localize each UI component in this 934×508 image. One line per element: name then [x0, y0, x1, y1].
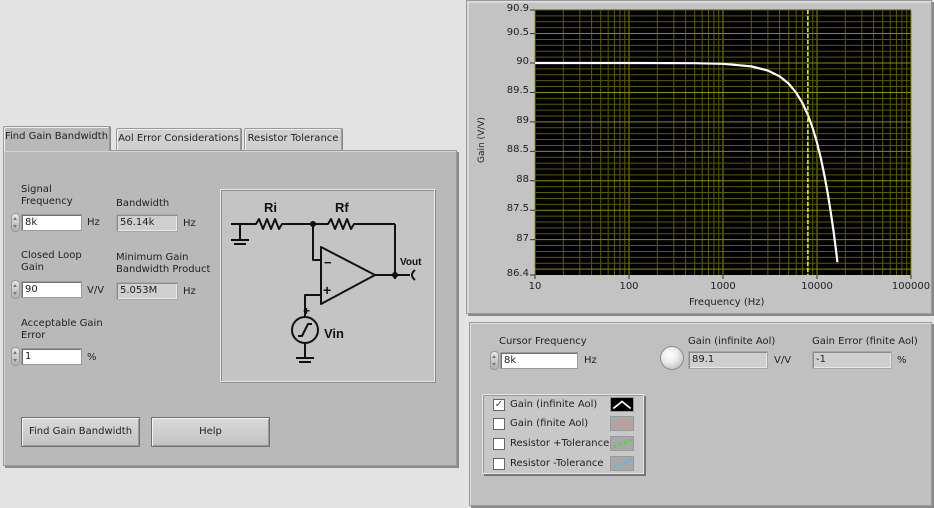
output-terminal [411, 269, 416, 281]
plot-swatch-blue-dots-icon[interactable] [610, 456, 634, 471]
y-tick-label: 88 [516, 173, 529, 185]
decrement-arrow-icon[interactable] [13, 292, 17, 295]
gain-finite-aol-checkbox[interactable] [493, 418, 505, 430]
gain-infinite-aol-indicator: 89.1 [688, 351, 768, 369]
x-tick-label: 100 [619, 281, 639, 292]
increment-arrow-icon[interactable] [13, 284, 17, 287]
ri-label: Ri [264, 200, 277, 215]
tab-find-gain-bandwidth[interactable]: Find Gain Bandwidth [3, 126, 110, 151]
y-tick-label: 89 [516, 114, 529, 126]
resistor-ri [240, 218, 313, 230]
resistor-minus-tolerance-checkbox[interactable] [493, 458, 505, 470]
min-gbp-indicator: 5.053M [116, 282, 178, 300]
y-tick-label: 90.9 [506, 3, 529, 14]
find-gain-bandwidth-button[interactable]: Find Gain Bandwidth [21, 417, 140, 447]
decrement-arrow-icon[interactable] [13, 225, 17, 228]
plot-swatch-white-line-icon[interactable] [610, 397, 634, 412]
tab-resistor-tolerance[interactable]: Resistor Tolerance [244, 128, 342, 150]
rf-label: Rf [335, 200, 349, 215]
min-gbp-unit: Hz [183, 286, 196, 297]
step-waveform [298, 323, 312, 337]
y-tick-label: 89.5 [506, 85, 529, 97]
y-tick-label: 88.5 [506, 144, 529, 156]
min-gbp-label: Minimum Gain Bandwidth Product [116, 252, 211, 275]
bandwidth-label: Bandwidth [116, 198, 170, 209]
signal-frequency-spinner[interactable] [11, 213, 20, 232]
legend-item-resistor-plus-tolerance[interactable]: Resistor +Tolerance [493, 436, 643, 452]
y-tick-label: 87 [516, 232, 529, 244]
plot-swatch-red-line-icon[interactable] [610, 416, 634, 431]
inverting-input-wire [312, 224, 321, 261]
y-tick-label: 90.5 [506, 26, 529, 38]
junction-dot [310, 221, 316, 227]
legend-label: Resistor -Tolerance [510, 458, 604, 469]
help-button[interactable]: Help [151, 417, 270, 447]
increment-arrow-icon[interactable] [13, 351, 17, 354]
plot-legend: ✓ Gain (infinite Aol) Gain (finite Aol) … [482, 394, 644, 474]
cursor-frequency-label: Cursor Frequency [499, 336, 587, 347]
decrement-arrow-icon[interactable] [492, 363, 496, 366]
checkmark-icon: ✓ [494, 399, 504, 410]
gain-infinite-aol-unit: V/V [774, 355, 792, 366]
gain-infinite-aol-label: Gain (infinite Aol) [688, 336, 776, 347]
x-tick-label: 100000 [891, 281, 931, 292]
op-amp-schematic: Ri Rf Vout Vin − + + [220, 189, 435, 382]
cursor-frequency-unit: Hz [584, 355, 597, 366]
x-tick-label: 10 [528, 281, 542, 292]
y-tick-label: 86.4 [506, 268, 529, 279]
plot-swatch-green-dots-icon[interactable] [610, 436, 634, 451]
closed-loop-gain-spinner[interactable] [11, 280, 20, 299]
gain-error-finite-aol-unit: % [897, 355, 907, 366]
signal-frequency-label: Signal Frequency [21, 184, 73, 207]
increment-arrow-icon[interactable] [492, 355, 496, 358]
x-tick-label: 1000 [710, 281, 736, 292]
signal-frequency-input[interactable]: 8k [21, 214, 82, 231]
signal-frequency-unit: Hz [87, 217, 100, 228]
y-axis-label: Gain (V/V) [477, 117, 487, 163]
legend-item-resistor-minus-tolerance[interactable]: Resistor -Tolerance [493, 456, 643, 472]
gain-error-finite-aol-label: Gain Error (finite Aol) [812, 336, 918, 347]
status-led-indicator [660, 346, 684, 370]
bandwidth-indicator: 56.14k [116, 214, 178, 232]
closed-loop-gain-unit: V/V [87, 285, 105, 296]
legend-item-gain-finite-aol[interactable]: Gain (finite Aol) [493, 416, 643, 432]
gain-error-finite-aol-indicator: -1 [812, 351, 892, 369]
minus-sign: − [324, 255, 332, 270]
vout-label: Vout [400, 257, 422, 268]
cursor-frequency-input[interactable]: 8k [500, 352, 578, 369]
tab-aol-error-considerations[interactable]: Aol Error Considerations [116, 128, 241, 150]
legend-item-gain-infinite-aol[interactable]: ✓ Gain (infinite Aol) [493, 397, 643, 413]
non-inverting-amplifier-diagram: Ri Rf Vout Vin − + + [231, 200, 422, 363]
resistor-plus-tolerance-checkbox[interactable] [493, 438, 505, 450]
closed-loop-gain-label: Closed Loop Gain [21, 250, 82, 273]
gain-infinite-aol-checkbox[interactable]: ✓ [493, 399, 505, 411]
increment-arrow-icon[interactable] [13, 217, 17, 220]
legend-label: Gain (finite Aol) [510, 418, 589, 429]
bandwidth-unit: Hz [183, 218, 196, 229]
legend-label: Resistor +Tolerance [510, 438, 610, 449]
plot-area[interactable] [466, 0, 934, 314]
acceptable-gain-error-label: Acceptable Gain Error [21, 318, 103, 341]
legend-label: Gain (infinite Aol) [510, 399, 598, 410]
y-tick-label: 87.5 [506, 203, 529, 215]
source-plus-sign: + [303, 304, 310, 318]
plus-sign: + [323, 282, 331, 298]
acceptable-gain-error-spinner[interactable] [11, 347, 20, 366]
decrement-arrow-icon[interactable] [13, 359, 17, 362]
junction-dot [392, 272, 398, 278]
resistor-rf [313, 218, 395, 230]
x-tick-label: 10000 [801, 281, 833, 292]
vin-label: Vin [324, 326, 344, 341]
acceptable-gain-error-input[interactable]: 1 [21, 348, 82, 365]
closed-loop-gain-input[interactable]: 90 [21, 281, 82, 298]
y-tick-label: 90 [516, 56, 529, 67]
cursor-frequency-spinner[interactable] [490, 351, 499, 370]
acceptable-gain-error-unit: % [87, 352, 97, 363]
x-axis-label: Frequency (Hz) [689, 297, 765, 308]
